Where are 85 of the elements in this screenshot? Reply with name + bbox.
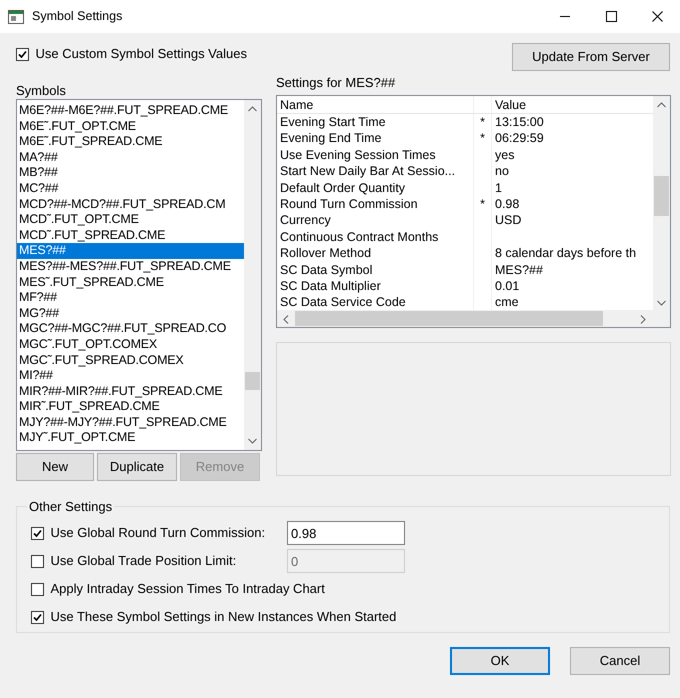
maximize-icon[interactable] <box>606 11 616 22</box>
scroll-right-icon[interactable] <box>640 315 646 324</box>
setting-name: Currency <box>277 212 474 229</box>
symbols-label: Symbols <box>16 82 67 99</box>
checkbox[interactable] <box>16 48 29 60</box>
setting-value: no <box>495 164 509 178</box>
checkbox[interactable] <box>31 582 44 596</box>
setting-value: MES?## <box>495 262 543 277</box>
scroll-thumb[interactable] <box>295 311 603 326</box>
list-item[interactable]: MI?## <box>17 368 244 384</box>
scroll-up-icon[interactable] <box>248 106 257 112</box>
scroll-down-icon[interactable] <box>248 438 257 444</box>
list-item[interactable]: MCD˜.FUT_OPT.CME <box>17 212 244 228</box>
list-button[interactable]: New <box>16 453 94 481</box>
input-field[interactable]: 0.98 <box>287 521 405 545</box>
setting-name: Round Turn Commission <box>277 196 474 212</box>
setting-value: 13:15:00 <box>495 115 544 129</box>
setting-value: cme <box>495 295 519 310</box>
checkbox-label: Use Global Round Turn Commission: <box>50 524 266 542</box>
list-item[interactable]: MA?## <box>17 150 244 166</box>
modified-mark: * <box>480 196 485 211</box>
list-item[interactable]: M6E˜.FUT_OPT.CME <box>17 118 244 134</box>
checkbox-label: Apply Intraday Session Times To Intraday Chart <box>50 580 325 598</box>
checkbox-label: Use Custom Symbol Settings Values <box>36 45 247 64</box>
checkbox-label: Use These Symbol Settings in New Instances When Started <box>50 608 396 626</box>
checkbox[interactable] <box>31 610 44 624</box>
setting-name: Continuous Contract Months <box>277 228 474 246</box>
list-item[interactable]: MJY?##-MJY?##.FUT_SPREAD.CME <box>17 414 244 430</box>
scroll-down-icon[interactable] <box>657 300 666 306</box>
dialog-button[interactable]: OK <box>450 647 550 675</box>
setting-value: 0.98 <box>495 196 520 211</box>
settings-title: Settings for MES?## <box>276 75 396 92</box>
list-item[interactable]: MES?## <box>17 243 244 259</box>
scrollbar[interactable] <box>277 310 670 327</box>
setting-name: Evening End Time <box>277 130 474 147</box>
scrollbar[interactable] <box>244 100 261 450</box>
list-item[interactable]: MB?## <box>17 165 244 181</box>
update-button[interactable]: Update From Server <box>512 43 670 71</box>
list-item[interactable]: MJY˜.FUT_OPT.CME <box>17 430 244 446</box>
list-item[interactable]: MES˜.FUT_SPREAD.CME <box>17 274 244 290</box>
list-item[interactable]: MCD?##-MCD?##.FUT_SPREAD.CM <box>17 196 244 212</box>
setting-value: USD <box>495 213 522 228</box>
scroll-thumb[interactable] <box>245 372 260 390</box>
list-item[interactable]: MF?## <box>17 290 244 306</box>
symbol-list[interactable] <box>16 99 262 451</box>
setting-value: 1 <box>495 180 502 195</box>
settings-grid[interactable] <box>276 95 671 328</box>
setting-name: Evening Start Time <box>277 114 474 130</box>
scrollbar[interactable] <box>653 96 670 310</box>
scroll-up-icon[interactable] <box>657 102 666 108</box>
modified-mark: * <box>480 131 485 146</box>
list-item[interactable]: MGC˜.FUT_SPREAD.COMEX <box>17 352 244 368</box>
setting-value: 8 calendar days before th <box>495 246 636 260</box>
scroll-thumb[interactable] <box>654 176 669 216</box>
list-item[interactable]: MIR˜.FUT_SPREAD.CME <box>17 399 244 415</box>
setting-name: Rollover Method <box>277 245 474 262</box>
setting-name: Default Order Quantity <box>277 180 474 196</box>
setting-name: SC Data Multiplier <box>277 278 474 294</box>
list-item[interactable]: MC?## <box>17 180 244 197</box>
column-header[interactable]: Name <box>277 96 474 113</box>
list-item[interactable]: MIR?##-MIR?##.FUT_SPREAD.CME <box>17 384 244 400</box>
list-item[interactable]: M6E?##-M6E?##.FUT_SPREAD.CME <box>17 103 244 119</box>
column-header[interactable]: Value <box>492 96 653 113</box>
dialog-button[interactable]: Cancel <box>570 647 670 675</box>
setting-value: yes <box>495 148 514 162</box>
checkbox-label: Use Global Trade Position Limit: <box>50 552 236 570</box>
checkbox[interactable] <box>31 526 44 540</box>
scroll-left-icon[interactable] <box>283 315 289 324</box>
close-icon[interactable] <box>652 11 662 22</box>
list-button[interactable]: Duplicate <box>97 453 177 481</box>
setting-name: Use Evening Session Times <box>277 146 474 164</box>
list-item[interactable]: M6E˜.FUT_SPREAD.CME <box>17 134 244 150</box>
list-item[interactable]: MG?## <box>17 306 244 322</box>
group-title: Other Settings <box>28 500 114 513</box>
app-icon <box>8 10 24 24</box>
setting-name: Start New Daily Bar At Sessio... <box>277 163 474 180</box>
list-item[interactable]: MES?##-MES?##.FUT_SPREAD.CME <box>17 258 244 275</box>
window-title: Symbol Settings <box>32 8 122 26</box>
setting-value: 0.01 <box>495 278 520 293</box>
list-item[interactable]: MCD˜.FUT_SPREAD.CME <box>17 228 244 244</box>
list-item[interactable]: MGC?##-MGC?##.FUT_SPREAD.CO <box>17 321 244 337</box>
list-item[interactable]: MGC˜.FUT_OPT.COMEX <box>17 336 244 352</box>
setting-value: 06:29:59 <box>495 131 544 146</box>
setting-name: SC Data Symbol <box>277 262 474 278</box>
modified-mark: * <box>480 115 485 129</box>
